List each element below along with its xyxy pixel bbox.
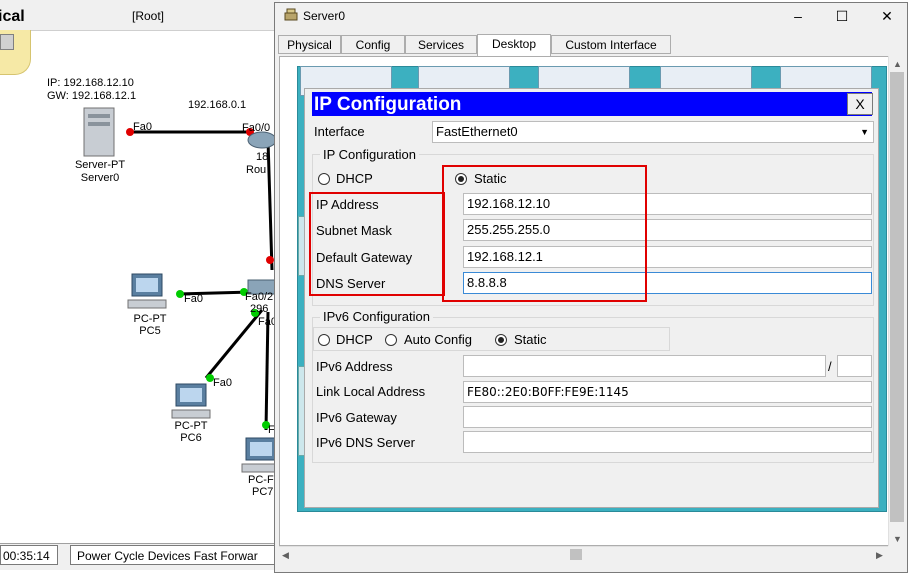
switch-port-label: Fa0/2 <box>245 291 274 303</box>
scroll-left-icon[interactable]: ◀ <box>282 550 289 561</box>
chevron-down-icon: ▼ <box>860 127 869 137</box>
ip-config-close-button[interactable]: X <box>847 93 873 115</box>
ipv4-group-label: IP Configuration <box>320 147 419 162</box>
tab-physical[interactable]: Physical <box>278 35 341 54</box>
status-actions[interactable]: Power Cycle Devices Fast Forwar <box>70 545 280 565</box>
server-type-label: Server-PT <box>74 159 126 171</box>
ipv6-prefix-separator: / <box>828 359 832 374</box>
scroll-up-icon[interactable]: ▲ <box>893 59 902 69</box>
ipv6-dhcp-label: DHCP <box>336 332 373 347</box>
ipv6-address-label: IPv6 Address <box>316 359 393 374</box>
ipv6-address-input[interactable] <box>463 355 826 377</box>
minimize-button[interactable]: – <box>784 6 812 26</box>
tab-desktop[interactable]: Desktop <box>477 34 551 56</box>
workspace-mode-title: ical <box>0 8 25 25</box>
router-port-label: Fa0/0 <box>242 122 271 134</box>
ipv6-auto-config-label: Auto Config <box>404 332 472 347</box>
root-label[interactable]: [Root] <box>132 9 164 23</box>
switch-label-partial: 296 <box>250 303 269 315</box>
ipv6-dns-input[interactable] <box>463 431 872 453</box>
pc5-icon <box>127 273 167 309</box>
topology-canvas[interactable]: ical [Root] IP: 192.168.12.10 GW: 192.16… <box>0 0 280 573</box>
pc5-type-label: PC-PT <box>133 313 167 325</box>
interface-select[interactable]: FastEthernet0 ▼ <box>432 121 874 143</box>
router-ip-note: 192.168.0.1 <box>188 99 247 111</box>
scroll-right-icon[interactable]: ▶ <box>876 550 883 561</box>
server-gw-note: GW: 192.168.12.1 <box>47 90 137 102</box>
dhcp-radio[interactable] <box>318 173 330 185</box>
pc6-icon <box>171 383 211 419</box>
highlight-labels-box <box>309 192 445 296</box>
vertical-scrollbar-thumb[interactable] <box>890 72 904 522</box>
pc5-port-label: Fa0 <box>184 293 203 305</box>
close-window-button[interactable]: ✕ <box>873 6 901 26</box>
link-local-input[interactable]: FE80::2E0:B0FF:FE9E:1145 <box>463 381 872 403</box>
ip-config-title: IP Configuration <box>312 92 872 116</box>
topology-links <box>83 107 280 473</box>
router-label-partial: 18 <box>256 151 269 163</box>
maximize-button[interactable]: ☐ <box>828 6 856 26</box>
ipv6-static-label: Static <box>514 332 547 347</box>
ipv6-group-label: IPv6 Configuration <box>320 309 433 324</box>
router-icon <box>247 131 277 149</box>
tab-services[interactable]: Services <box>405 35 477 54</box>
server-icon <box>83 107 115 157</box>
tab-custom-interface[interactable]: Custom Interface <box>551 35 671 54</box>
server-window-icon <box>284 8 298 21</box>
ipv6-dhcp-radio[interactable] <box>318 334 330 346</box>
server-port-label: Fa0 <box>133 121 152 133</box>
pc7-type-label: PC-F <box>248 474 274 486</box>
pc7-name-label: PC7 <box>252 486 274 498</box>
ipv6-gateway-input[interactable] <box>463 406 872 428</box>
link-local-label: Link Local Address <box>316 384 426 399</box>
pc6-name-label: PC6 <box>180 432 202 444</box>
router-type-partial: Rou <box>246 164 267 176</box>
pc5-name-label: PC5 <box>139 325 161 337</box>
scroll-down-icon[interactable]: ▼ <box>893 534 902 544</box>
ipv6-prefix-input[interactable] <box>837 355 872 377</box>
pc6-port-label: Fa0 <box>213 377 232 389</box>
ipv6-auto-config-radio[interactable] <box>385 334 397 346</box>
dhcp-label: DHCP <box>336 171 373 186</box>
simulation-time: 00:35:14 <box>0 545 58 565</box>
server-ip-note: IP: 192.168.12.10 <box>47 77 134 89</box>
highlight-values-box <box>442 165 647 302</box>
tab-config[interactable]: Config <box>341 35 405 54</box>
server-name-label: Server0 <box>80 172 120 184</box>
interface-select-value: FastEthernet0 <box>436 124 518 139</box>
interface-label: Interface <box>314 124 365 139</box>
horizontal-scrollbar-thumb[interactable] <box>570 549 582 560</box>
navigation-icon[interactable] <box>0 34 14 50</box>
pc6-type-label: PC-PT <box>174 420 208 432</box>
ipv6-dns-label: IPv6 DNS Server <box>316 435 415 450</box>
window-title: Server0 <box>303 9 346 23</box>
horizontal-scrollbar[interactable] <box>279 546 888 564</box>
ipv6-gateway-label: IPv6 Gateway <box>316 410 397 425</box>
ipv6-static-radio[interactable] <box>495 334 507 346</box>
